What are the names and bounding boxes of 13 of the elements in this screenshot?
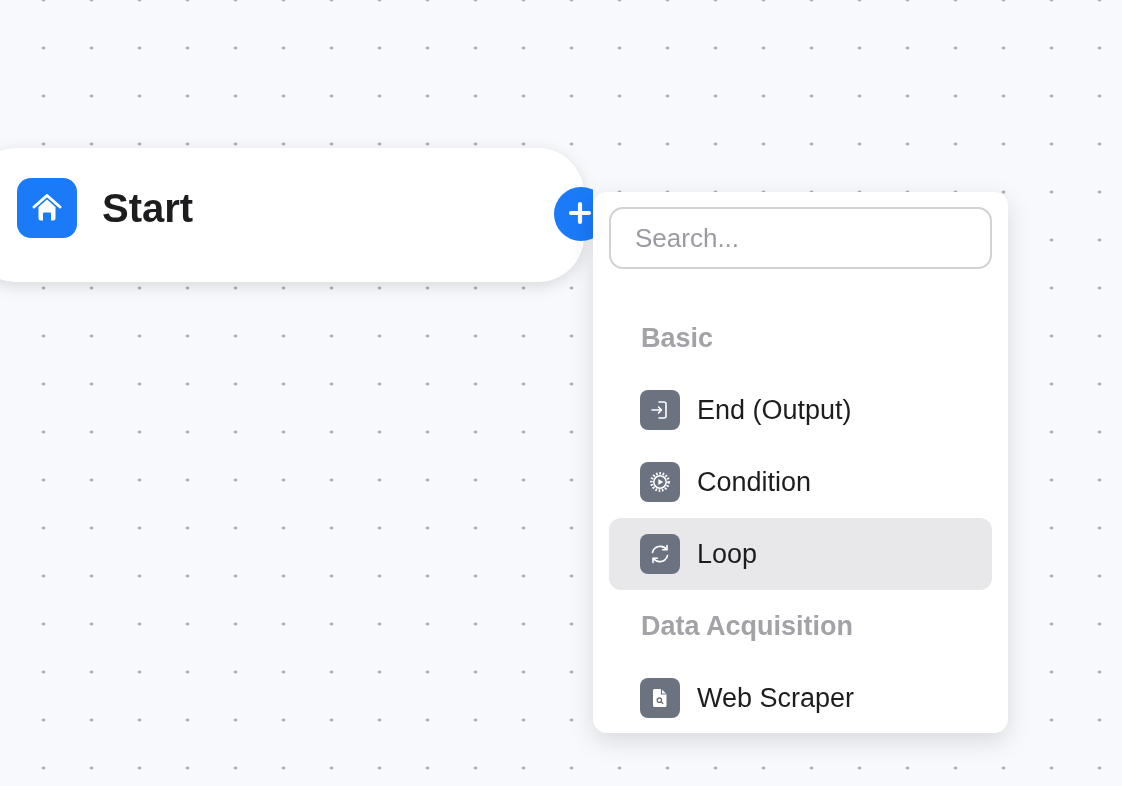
start-node[interactable]: Start [0, 148, 584, 282]
group-heading: Basic [640, 321, 715, 355]
search-field[interactable]: Search... [609, 207, 992, 269]
group-heading: Data Acquisition [640, 609, 855, 643]
gear-icon [640, 462, 680, 502]
menu-item[interactable]: Web Scraper [609, 662, 992, 733]
menu-item[interactable]: Loop [609, 518, 992, 590]
menu-item[interactable]: End (Output) [609, 374, 992, 446]
document-search-icon [640, 678, 680, 718]
node-title: Start [102, 185, 194, 232]
cycle-arrows-icon [640, 534, 680, 574]
menu-item[interactable]: Condition [609, 446, 992, 518]
home-icon [17, 178, 77, 238]
